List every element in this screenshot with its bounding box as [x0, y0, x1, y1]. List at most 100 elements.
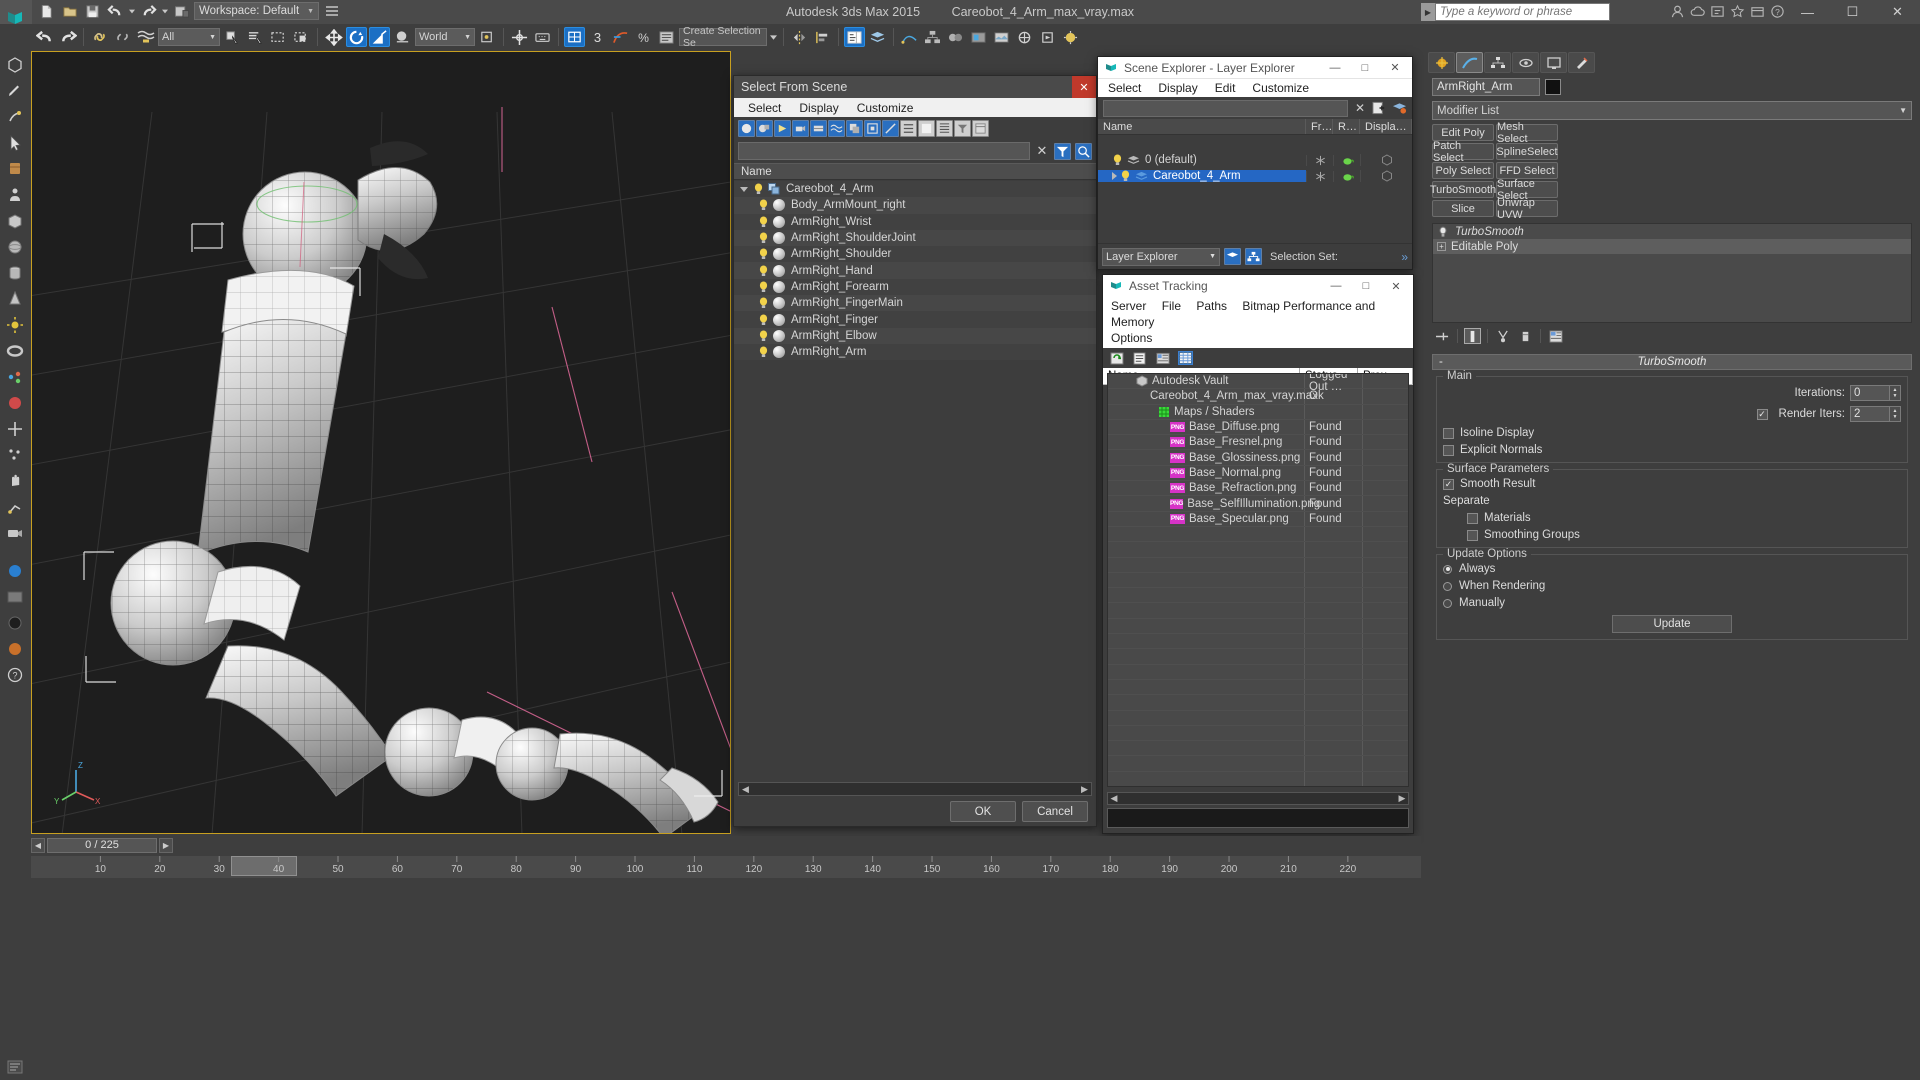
keyword-search[interactable]: ▶ [1421, 3, 1610, 21]
curve-editor-icon[interactable] [899, 27, 920, 47]
asset-path-field[interactable] [1107, 808, 1409, 828]
asset-row[interactable]: Autodesk Vault Logged Out … [1108, 374, 1408, 393]
asset-name-cell[interactable]: Careobot_4_Arm_max_vray.max [1108, 389, 1318, 404]
close-icon[interactable]: ✕ [1072, 76, 1096, 98]
display-shapes-icon[interactable] [756, 119, 773, 137]
help-icon[interactable]: ? [1770, 4, 1785, 19]
render-cell[interactable] [1333, 154, 1360, 166]
cancel-button[interactable]: Cancel [1022, 801, 1088, 822]
asset-list[interactable]: Autodesk Vault Logged Out … Careobot_4_A… [1107, 373, 1409, 787]
display-invert-icon[interactable] [936, 119, 953, 137]
stack-item-turbosmooth[interactable]: TurboSmooth [1433, 224, 1911, 239]
isoline-display-row[interactable]: Isoline Display [1443, 427, 1901, 439]
display-cameras-icon[interactable] [792, 119, 809, 137]
redo-scene-icon[interactable] [57, 27, 78, 47]
list-item[interactable]: ArmRight_Wrist [734, 213, 1096, 230]
autodesk-360-icon[interactable] [1750, 4, 1765, 19]
perspective-viewport[interactable]: [ + ] [ Perspective ] [ Realistic + Edge… [31, 51, 731, 834]
menu-customize[interactable]: Customize [1252, 81, 1309, 95]
column-display[interactable]: Displa… [1360, 119, 1412, 134]
minimize-button[interactable]: — [1320, 57, 1350, 78]
select-and-move-icon[interactable] [323, 27, 344, 47]
asset-row[interactable]: PNG Base_Fresnel.png Found [1108, 435, 1408, 451]
exchange-icon[interactable] [1710, 4, 1725, 19]
update-when-rendering-row[interactable]: When Rendering [1443, 580, 1901, 592]
asset-name-cell[interactable]: PNG Base_Refraction.png [1108, 481, 1305, 496]
asset-name-cell[interactable]: Autodesk Vault [1108, 374, 1305, 389]
light-bulb-icon[interactable] [1112, 154, 1123, 166]
search-input[interactable] [1103, 99, 1348, 117]
menu-display[interactable]: Display [1158, 81, 1197, 95]
list-item[interactable]: ArmRight_Elbow [734, 327, 1096, 344]
scene-explorer-window[interactable]: Scene Explorer - Layer Explorer — □ ✕ Se… [1097, 56, 1413, 270]
asset-name-cell[interactable]: PNG Base_Normal.png [1108, 465, 1305, 481]
asset-row[interactable]: PNG Base_Refraction.png Found [1108, 481, 1408, 497]
display-cell[interactable] [1360, 170, 1412, 182]
reference-coordinate-system[interactable]: World ▼ [415, 28, 475, 46]
update-always-row[interactable]: Always [1443, 563, 1901, 575]
menu-select[interactable]: Select [1108, 81, 1141, 95]
layer-stack-icon[interactable] [1224, 248, 1241, 265]
menu-customize[interactable]: Customize [857, 101, 914, 115]
hand-tool-icon[interactable] [4, 470, 26, 492]
filter-funnel-icon[interactable] [954, 119, 971, 137]
mirror-icon[interactable] [789, 27, 810, 47]
open-file-icon[interactable] [59, 1, 80, 21]
clear-search-icon[interactable]: ✕ [1034, 143, 1050, 159]
menu-display[interactable]: Display [799, 101, 838, 115]
freeze-cell[interactable] [1306, 170, 1333, 182]
scroll-right-icon[interactable]: ▶ [1078, 784, 1091, 795]
next-frame-icon[interactable]: ▶ [159, 837, 173, 853]
rendered-frame-window-icon[interactable] [991, 27, 1012, 47]
smoothing-groups-row[interactable]: Smoothing Groups [1443, 529, 1901, 541]
object-name-field[interactable] [1432, 78, 1540, 96]
modifier-mesh-select[interactable]: Mesh Select [1496, 121, 1558, 145]
asset-row[interactable]: PNG Base_Specular.png Found [1108, 511, 1408, 527]
materials-checkbox[interactable] [1467, 512, 1478, 524]
layer-name-cell[interactable]: Careobot_4_Arm [1098, 170, 1306, 182]
select-and-rotate-icon[interactable] [346, 27, 367, 47]
object-color-swatch[interactable] [1545, 79, 1561, 95]
snowflake-icon[interactable] [1315, 171, 1326, 182]
remove-modifier-icon[interactable] [1517, 328, 1534, 344]
render-iterative-icon[interactable] [1037, 27, 1058, 47]
select-and-scale-icon[interactable] [369, 27, 390, 47]
display-helpers-icon[interactable] [810, 119, 827, 137]
render-preview-icon[interactable] [4, 586, 26, 608]
display-lights-icon[interactable] [774, 119, 791, 137]
tab-utilities[interactable] [1568, 52, 1595, 73]
ok-button[interactable]: OK [950, 801, 1016, 822]
dark-sphere-icon[interactable] [4, 612, 26, 634]
light-icon[interactable] [4, 314, 26, 336]
menu-server[interactable]: Server [1111, 299, 1146, 313]
render-setup-icon[interactable] [968, 27, 989, 47]
maxscript-listener-icon[interactable] [0, 1060, 30, 1074]
render-iters-spinner[interactable]: ▲▼ [1850, 406, 1901, 422]
undo-icon[interactable] [105, 1, 126, 21]
camera-icon[interactable] [4, 522, 26, 544]
window-crossing-toggle-icon[interactable] [291, 27, 312, 47]
menu-select[interactable]: Select [748, 101, 781, 115]
selection-set-dropdown-icon[interactable] [769, 27, 778, 47]
minimize-button[interactable]: — [1785, 0, 1830, 24]
asset-name-cell[interactable]: Maps / Shaders [1108, 404, 1305, 419]
menu-file[interactable]: File [1162, 299, 1181, 313]
display-bones-icon[interactable] [882, 119, 899, 137]
asset-row[interactable]: Careobot_4_Arm_max_vray.max Ok [1108, 389, 1408, 405]
display-spacewarps-icon[interactable] [828, 119, 845, 137]
column-name[interactable]: Name [1098, 119, 1306, 134]
tab-display[interactable] [1540, 52, 1567, 73]
layer-row[interactable]: 0 (default) [1098, 152, 1412, 168]
modifier-turbosmooth[interactable]: TurboSmooth [1430, 181, 1496, 198]
teapot-icon[interactable] [1341, 155, 1354, 166]
select-from-scene-dialog[interactable]: Select From Scene ✕ Select Display Custo… [733, 75, 1097, 827]
select-by-name-icon[interactable] [245, 27, 266, 47]
toggle-layer-explorer-icon[interactable] [867, 27, 888, 47]
list-item[interactable]: ArmRight_ShoulderJoint [734, 229, 1096, 247]
toggle-scene-explorer-icon[interactable] [844, 27, 865, 47]
spinner-snap-toggle-icon[interactable]: % [633, 27, 654, 47]
signin-icon[interactable] [1670, 4, 1685, 19]
prev-frame-icon[interactable]: ◀ [31, 837, 45, 853]
menu-paths[interactable]: Paths [1196, 299, 1227, 313]
menu-bitmap-performance[interactable]: Bitmap Performance and Memory [1111, 299, 1375, 329]
